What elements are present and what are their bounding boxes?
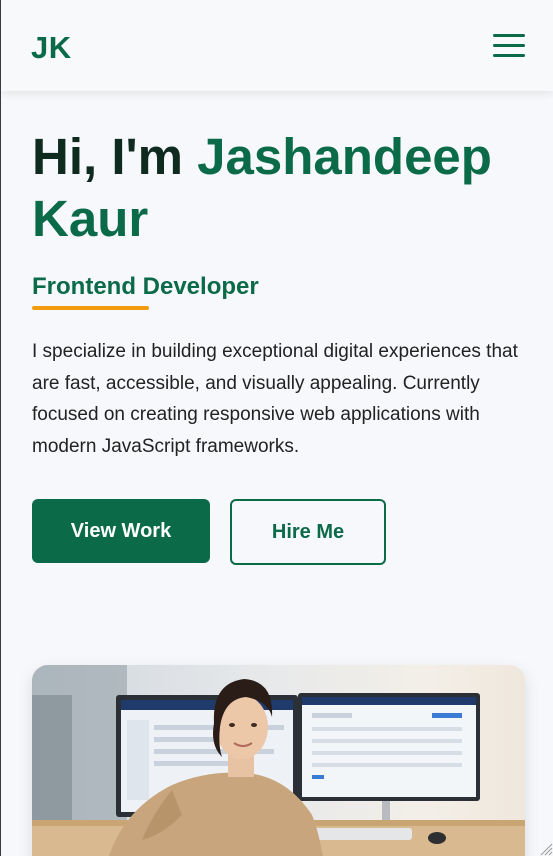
hero-section: Hi, I'm Jashandeep Kaur	[32, 126, 527, 250]
hero-greeting: Hi, I'm	[32, 128, 198, 185]
site-logo[interactable]: JK	[31, 30, 72, 66]
intro-paragraph: I specialize in building exceptional dig…	[32, 341, 518, 457]
role-title: Frontend Developer	[32, 273, 259, 300]
menu-line	[493, 34, 525, 37]
resize-grip-icon[interactable]	[539, 842, 553, 856]
hero-title: Hi, I'm Jashandeep Kaur	[32, 126, 527, 250]
page: JK Hi, I'm Jashandeep Kaur Frontend Deve…	[0, 0, 553, 856]
navbar: JK	[1, 0, 553, 91]
hire-me-button[interactable]: Hire Me	[230, 499, 386, 565]
role-underline	[32, 306, 149, 310]
hamburger-menu-icon[interactable]	[493, 32, 525, 58]
menu-line	[493, 44, 525, 47]
developer-at-desk-illustration	[32, 665, 525, 856]
hero-photo	[32, 665, 525, 856]
menu-line	[493, 54, 525, 57]
view-work-button[interactable]: View Work	[32, 499, 210, 563]
